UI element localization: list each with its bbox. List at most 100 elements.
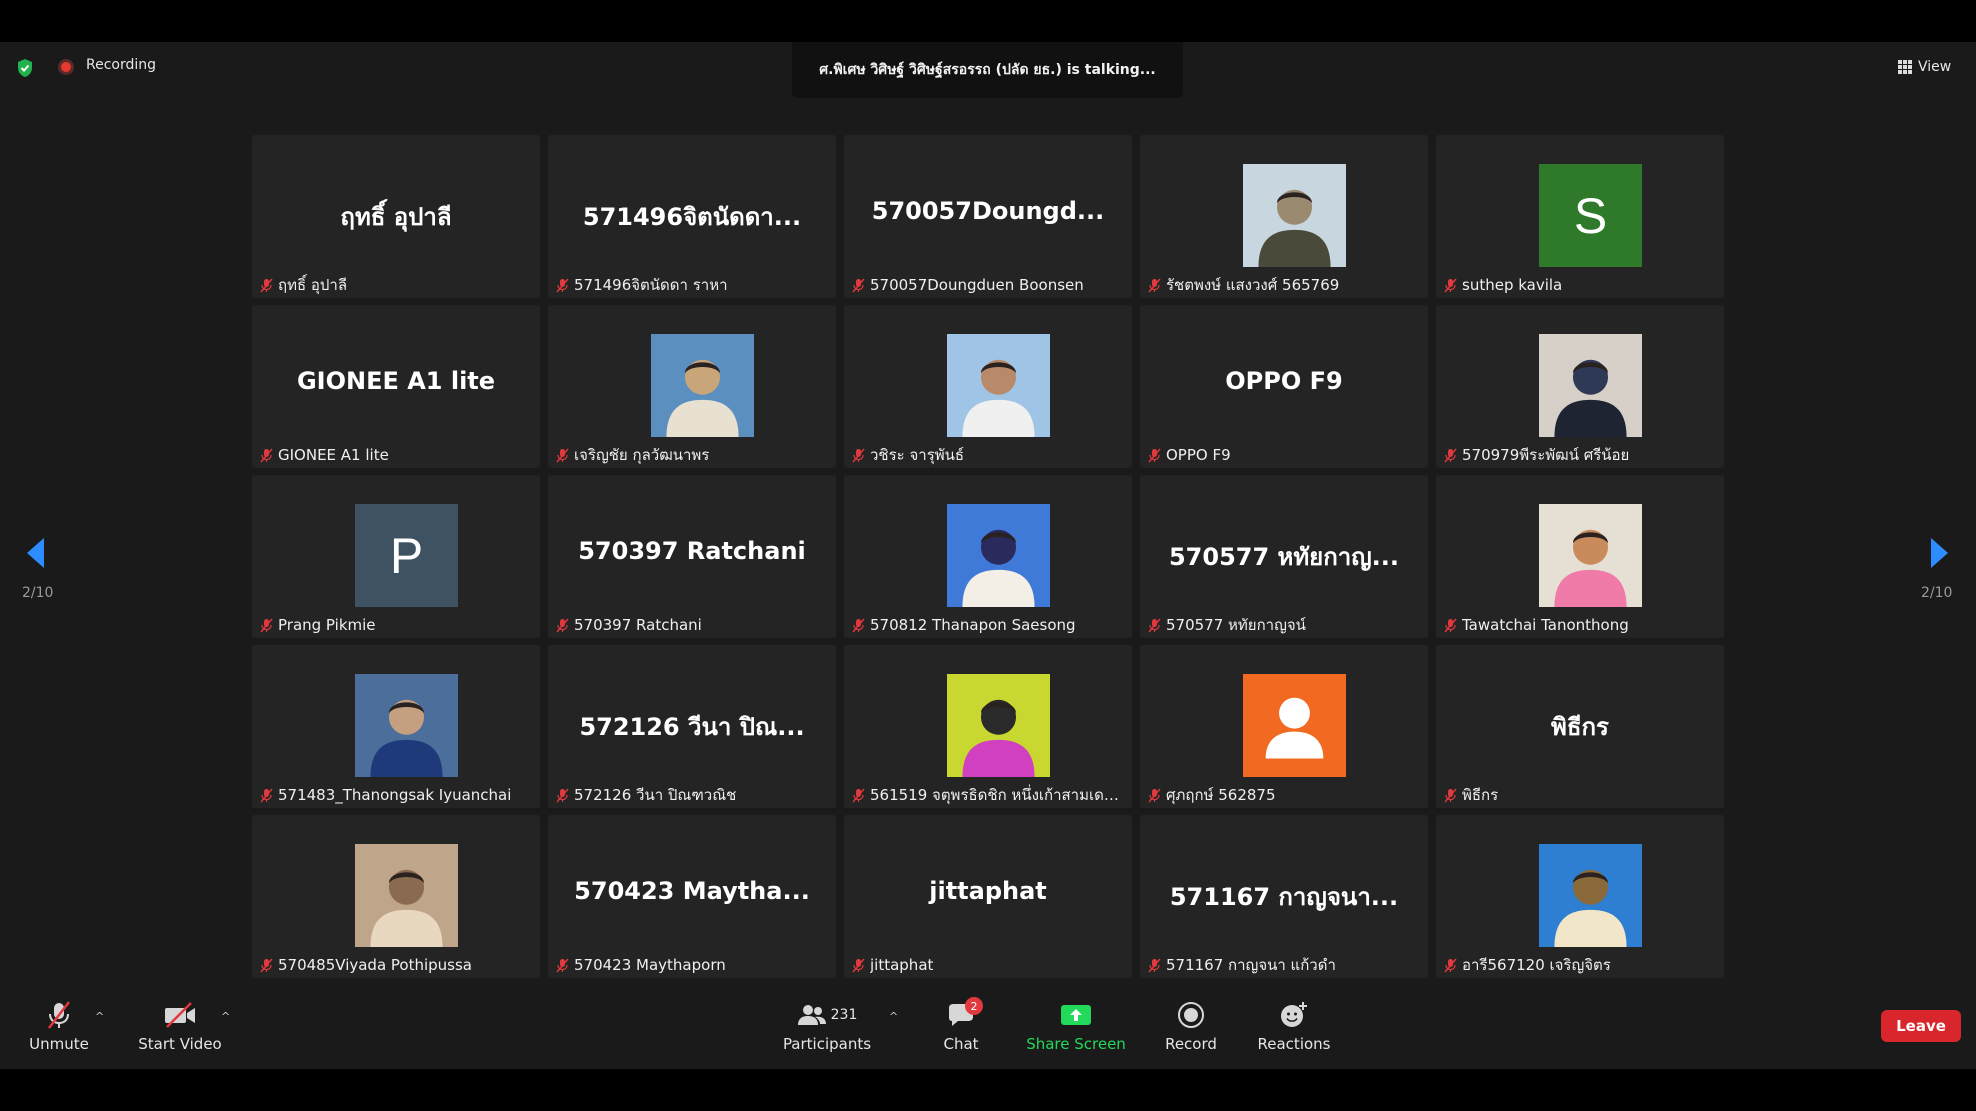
muted-mic-icon (1148, 278, 1161, 292)
participant-name-bar: เจริญชัย กุลวัฒนาพร (556, 445, 830, 465)
participant-tile[interactable]: 570577 หทัยกาญ... 570577 หทัยกาญจน์ (1140, 475, 1428, 638)
reactions-label: Reactions (1257, 1035, 1331, 1053)
share-screen-label: Share Screen (1026, 1035, 1126, 1053)
unmute-label: Unmute (29, 1035, 89, 1053)
participant-name-bar: 570485Viyada Pothipussa (260, 955, 534, 975)
participant-tile[interactable]: อารี567120 เจริญจิตร (1436, 815, 1724, 978)
participant-photo (947, 504, 1050, 607)
muted-mic-icon (1148, 958, 1161, 972)
participants-button[interactable]: 231 Participants (782, 995, 872, 1069)
participant-name-bar: 570979พีระพัฒน์ ศรีน้อย (1444, 445, 1718, 465)
chat-button[interactable]: 2 Chat (940, 995, 983, 1069)
participant-name-label: 561519 จตุพรธิดชิก หนึ่งเก้าสามเดอร์... (870, 786, 1126, 804)
participant-name-label: 570057Doungduen Boonsen (870, 276, 1084, 294)
record-button[interactable]: Record (1165, 995, 1217, 1069)
participant-name-label: jittaphat (870, 956, 934, 974)
participant-tile[interactable]: วชิระ จารุพันธ์ (844, 305, 1132, 468)
muted-mic-icon (1444, 278, 1457, 292)
video-off-icon (165, 1002, 195, 1028)
muted-mic-icon (556, 788, 569, 802)
participant-photo (1539, 844, 1642, 947)
start-video-button[interactable]: Start Video (138, 995, 222, 1069)
participant-tile[interactable]: GIONEE A1 lite GIONEE A1 lite (252, 305, 540, 468)
muted-mic-icon (556, 448, 569, 462)
participant-tile[interactable]: Ssuthep kavila (1436, 135, 1724, 298)
participant-name-bar: 571483_Thanongsak Iyuanchai (260, 785, 534, 805)
participant-photo (947, 674, 1050, 777)
recording-label: Recording (86, 57, 157, 73)
participant-tile[interactable]: 570485Viyada Pothipussa (252, 815, 540, 978)
participant-display-name: 572126 วีนา ปิณ... (579, 713, 805, 741)
participant-name-label: 571496จิตนัดดา ราหา (574, 276, 728, 294)
reactions-button[interactable]: Reactions (1258, 995, 1330, 1069)
participant-photo (355, 844, 458, 947)
muted-mic-icon (852, 958, 865, 972)
participant-name-bar: 571496จิตนัดดา ราหา (556, 275, 830, 295)
active-speaker-banner: ศ.พิเศษ วิศิษฐ์ วิศิษฐ์สรอรรถ (ปลัด ยธ.)… (792, 42, 1183, 98)
record-label: Record (1165, 1035, 1217, 1053)
participant-tile[interactable]: P Prang Pikmie (252, 475, 540, 638)
chat-label: Chat (943, 1035, 979, 1053)
participant-name-label: Tawatchai Tanonthong (1462, 616, 1629, 634)
letterbox-top (0, 0, 1976, 42)
share-screen-button[interactable]: Share Screen (1026, 995, 1126, 1069)
participant-display-name: 570397 Ratchani (578, 537, 806, 565)
view-button[interactable]: View (1898, 54, 1951, 80)
participant-name-bar: 571167 กาญจนา แก้วดำ (1148, 955, 1422, 975)
participant-name-label: 570979พีระพัฒน์ ศรีน้อย (1462, 446, 1630, 464)
muted-mic-icon (260, 618, 273, 632)
participant-tile[interactable]: jittaphat jittaphat (844, 815, 1132, 978)
participant-tile[interactable]: 570397 Ratchani 570397 Ratchani (548, 475, 836, 638)
participant-name-label: 571167 กาญจนา แก้วดำ (1166, 956, 1336, 974)
encryption-shield-icon[interactable] (16, 58, 34, 78)
participant-tile[interactable]: เจริญชัย กุลวัฒนาพร (548, 305, 836, 468)
participant-tile[interactable]: 570057Doungd... 570057Doungduen Boonsen (844, 135, 1132, 298)
participant-display-name: GIONEE A1 lite (296, 367, 496, 395)
participant-tile[interactable]: พิธีกร พิธีกร (1436, 645, 1724, 808)
participant-name-bar: ฤทธิ์ อุปาลี (260, 275, 534, 295)
participant-tile[interactable]: 561519 จตุพรธิดชิก หนึ่งเก้าสามเดอร์... (844, 645, 1132, 808)
reactions-smiley-icon (1281, 1002, 1307, 1027)
view-label: View (1918, 59, 1952, 75)
muted-mic-icon (48, 1001, 70, 1029)
participant-name-bar: วชิระ จารุพันธ์ (852, 445, 1126, 465)
participant-name-label: วชิระ จารุพันธ์ (870, 446, 965, 464)
participant-tile[interactable]: OPPO F9 OPPO F9 (1140, 305, 1428, 468)
participant-name-bar: 561519 จตุพรธิดชิก หนึ่งเก้าสามเดอร์... (852, 785, 1126, 805)
participants-caret-icon[interactable]: ^ (889, 1010, 898, 1023)
next-page-arrow-icon[interactable] (1929, 536, 1951, 570)
prev-page-arrow-icon[interactable] (24, 536, 46, 570)
participant-name-bar: รัชตพงษ์ แสงวงศ์ 565769 (1148, 275, 1422, 295)
participant-name-label: ฤทธิ์ อุปาลี (278, 276, 348, 294)
participant-photo (947, 334, 1050, 437)
unmute-button[interactable]: Unmute (29, 995, 89, 1069)
participant-tile[interactable]: Tawatchai Tanonthong (1436, 475, 1724, 638)
share-screen-icon (1061, 1005, 1091, 1025)
participant-name-label: 570812 Thanapon Saesong (870, 616, 1076, 634)
participant-tile[interactable]: 571483_Thanongsak Iyuanchai (252, 645, 540, 808)
muted-mic-icon (1444, 618, 1457, 632)
participant-tile[interactable]: 571167 กาญจนา... 571167 กาญจนา แก้วดำ (1140, 815, 1428, 978)
participant-tile[interactable]: 570812 Thanapon Saesong (844, 475, 1132, 638)
participant-photo (1243, 164, 1346, 267)
participant-tile[interactable]: 571496จิตนัดดา... 571496จิตนัดดา ราหา (548, 135, 836, 298)
participants-label: Participants (782, 1035, 872, 1053)
participant-name-label: 572126 วีนา ปิณฑวณิช (574, 786, 737, 804)
participant-name-label: suthep kavila (1462, 276, 1563, 294)
participant-name-label: เจริญชัย กุลวัฒนาพร (574, 446, 710, 464)
participant-tile[interactable]: ศุภฤกษ์ 562875 (1140, 645, 1428, 808)
participant-name-bar: suthep kavila (1444, 275, 1718, 295)
participant-tile[interactable]: รัชตพงษ์ แสงวงศ์ 565769 (1140, 135, 1428, 298)
participant-tile[interactable]: ฤทธิ์ อุปาลี ฤทธิ์ อุปาลี (252, 135, 540, 298)
participant-name-bar: 570577 หทัยกาญจน์ (1148, 615, 1422, 635)
video-options-caret-icon[interactable]: ^ (221, 1010, 230, 1023)
participant-tile[interactable]: 570423 Maytha... 570423 Maythaporn (548, 815, 836, 978)
audio-options-caret-icon[interactable]: ^ (95, 1010, 104, 1023)
recording-dot-icon (58, 59, 74, 75)
participant-name-label: 570423 Maythaporn (574, 956, 726, 974)
participant-name-label: OPPO F9 (1166, 446, 1231, 464)
participants-count: 231 (830, 1007, 858, 1023)
participant-tile[interactable]: 570979พีระพัฒน์ ศรีน้อย (1436, 305, 1724, 468)
leave-meeting-button[interactable]: Leave (1881, 1010, 1961, 1042)
participant-tile[interactable]: 572126 วีนา ปิณ... 572126 วีนา ปิณฑวณิช (548, 645, 836, 808)
